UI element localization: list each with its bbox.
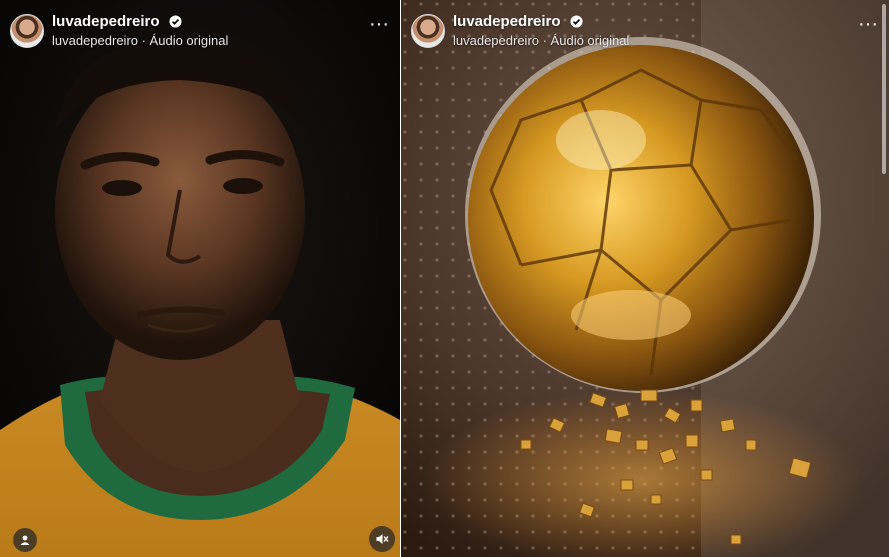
audio-subtitle[interactable]: luvadepedreiro · Áudio original (52, 33, 228, 48)
avatar[interactable] (411, 14, 445, 48)
audio-subtitle[interactable]: luvadepedreiro · Áudio original (453, 33, 629, 48)
right-reel-post[interactable]: luvadepedreiro luvadepedreiro · Áudio or… (401, 0, 889, 557)
mute-icon[interactable] (369, 526, 395, 552)
golden-ball-image (401, 0, 889, 557)
verified-badge-icon (570, 15, 583, 32)
person-tag-icon[interactable] (13, 528, 37, 552)
more-options-icon[interactable]: ··· (368, 14, 390, 36)
avatar[interactable] (10, 14, 44, 48)
username-text: luvadepedreiro (52, 13, 160, 30)
post-header: luvadepedreiro luvadepedreiro · Áudio or… (10, 12, 390, 52)
portrait-image (0, 0, 400, 557)
username-link[interactable]: luvadepedreiro (453, 13, 583, 32)
post-header: luvadepedreiro luvadepedreiro · Áudio or… (411, 12, 879, 52)
verified-badge-icon (169, 15, 182, 32)
scrollbar[interactable] (882, 4, 886, 174)
more-options-icon[interactable]: ··· (857, 14, 879, 36)
username-link[interactable]: luvadepedreiro (52, 13, 182, 32)
username-text: luvadepedreiro (453, 13, 561, 30)
left-reel-post[interactable]: luvadepedreiro luvadepedreiro · Áudio or… (0, 0, 400, 557)
